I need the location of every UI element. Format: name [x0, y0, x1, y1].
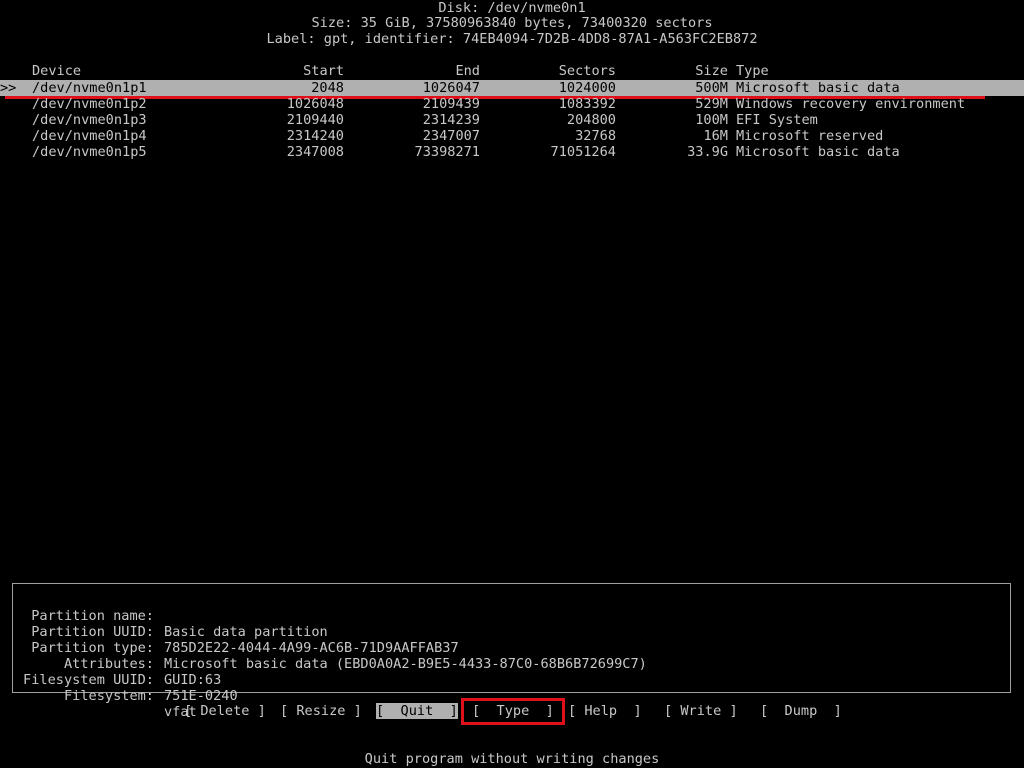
- type-button-red-outline: [461, 698, 565, 725]
- row-size: 33.9G: [687, 144, 728, 160]
- info-value: Microsoft basic data (EBD0A0A2-B9E5-4433…: [164, 656, 647, 672]
- row-device: /dev/nvme0n1p4: [32, 128, 147, 144]
- info-key: Filesystem:: [63, 688, 154, 704]
- partition-info-panel: Partition name: Basic data partition Par…: [12, 583, 1011, 720]
- delete-button[interactable]: [ Delete ]: [184, 703, 266, 719]
- row-device: /dev/nvme0n1p3: [32, 112, 147, 128]
- col-type: Type: [736, 63, 769, 79]
- table-header: Device Start End Sectors Size Type: [0, 63, 1024, 79]
- row-sectors: 71051264: [550, 144, 616, 160]
- row-type: EFI System: [736, 112, 818, 128]
- col-device: Device: [32, 63, 82, 79]
- info-partition-uuid: Partition UUID: 785D2E22-4044-4A99-AC6B-…: [13, 608, 458, 656]
- row-end: 2347007: [422, 128, 480, 144]
- row-size: 500M: [695, 80, 728, 96]
- row-sectors: 32768: [575, 128, 616, 144]
- col-sectors: Sectors: [558, 63, 616, 79]
- help-button[interactable]: [ Help ]: [568, 703, 642, 719]
- row-type: Microsoft basic data: [736, 144, 900, 160]
- disk-title: Disk: /dev/nvme0n1: [438, 0, 586, 16]
- row-type: Microsoft basic data: [736, 80, 900, 96]
- row-start: 2314240: [286, 128, 344, 144]
- write-button[interactable]: [ Write ]: [664, 703, 738, 719]
- table-row[interactable]: /dev/nvme0n1p5 2347008 73398271 71051264…: [0, 144, 1024, 160]
- row-start: 2347008: [286, 144, 344, 160]
- info-filesystem: Filesystem: vfat: [13, 672, 197, 720]
- row-start: 2048: [311, 80, 344, 96]
- info-value: 785D2E22-4044-4A99-AC6B-71D9AAFFAB37: [164, 640, 459, 656]
- row-device: /dev/nvme0n1p1: [32, 80, 147, 96]
- info-value: Basic data partition: [164, 624, 328, 640]
- row-end: 2314239: [422, 112, 480, 128]
- row-end: 73398271: [414, 144, 480, 160]
- row-end: 2109439: [422, 96, 480, 112]
- col-start: Start: [303, 63, 344, 79]
- row-size: 16M: [703, 128, 728, 144]
- info-attributes: Attributes: GUID:63: [13, 640, 221, 688]
- row-start: 1026048: [286, 96, 344, 112]
- disk-size-info: Size: 35 GiB, 37580963840 bytes, 7340032…: [311, 15, 713, 31]
- table-row[interactable]: >> /dev/nvme0n1p1 2048 1026047 1024000 5…: [0, 80, 1024, 96]
- info-partition-name: Partition name: Basic data partition: [13, 592, 327, 640]
- row-sectors: 204800: [566, 112, 616, 128]
- row-device: /dev/nvme0n1p5: [32, 144, 147, 160]
- row-type: Windows recovery environment: [736, 96, 966, 112]
- row-sectors: 1024000: [558, 80, 616, 96]
- disk-label-info: Label: gpt, identifier: 74EB4094-7D2B-4D…: [266, 31, 758, 47]
- table-row[interactable]: /dev/nvme0n1p2 1026048 2109439 1083392 5…: [0, 96, 1024, 112]
- info-value: GUID:63: [164, 672, 222, 688]
- row-type: Microsoft reserved: [736, 128, 884, 144]
- row-device: /dev/nvme0n1p2: [32, 96, 147, 112]
- row-end: 1026047: [422, 80, 480, 96]
- info-filesystem-uuid: Filesystem UUID: 751E-0240: [13, 656, 238, 704]
- dump-button[interactable]: [ Dump ]: [760, 703, 842, 719]
- table-row[interactable]: /dev/nvme0n1p4 2314240 2347007 32768 16M…: [0, 128, 1024, 144]
- col-end: End: [455, 63, 480, 79]
- col-size: Size: [695, 63, 728, 79]
- row-cursor: >>: [0, 80, 17, 96]
- info-partition-type: Partition type: Microsoft basic data (EB…: [13, 624, 647, 672]
- quit-button[interactable]: [ Quit ]: [376, 703, 458, 719]
- table-row[interactable]: /dev/nvme0n1p3 2109440 2314239 204800 10…: [0, 112, 1024, 128]
- row-size: 100M: [695, 112, 728, 128]
- row-size: 529M: [695, 96, 728, 112]
- info-value: 751E-0240: [164, 688, 238, 704]
- status-hint: Quit program without writing changes: [364, 751, 660, 767]
- resize-button[interactable]: [ Resize ]: [280, 703, 362, 719]
- row-sectors: 1083392: [558, 96, 616, 112]
- row-start: 2109440: [286, 112, 344, 128]
